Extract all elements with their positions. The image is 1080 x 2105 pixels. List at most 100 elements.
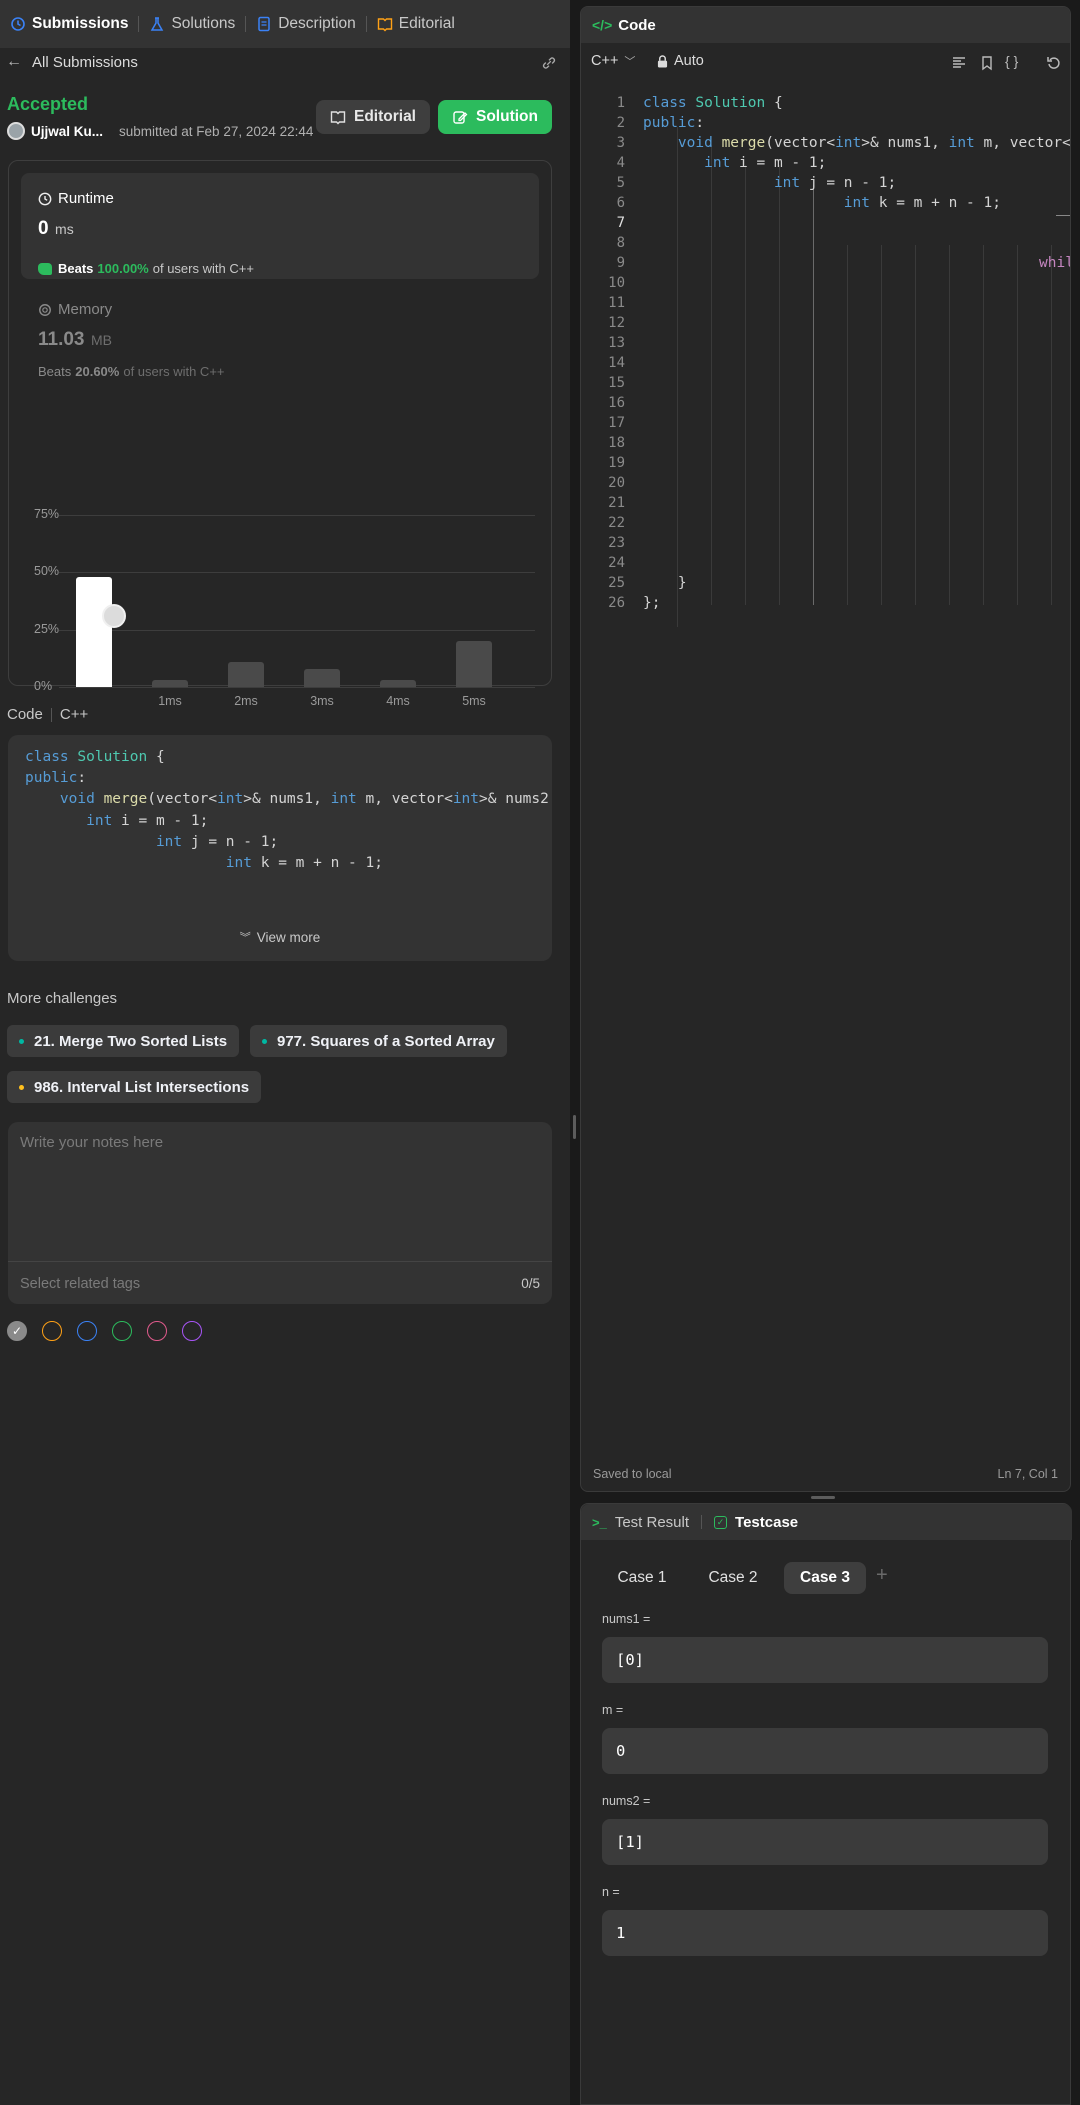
line-number: 21	[608, 495, 625, 511]
while-fragment: whil	[1039, 255, 1071, 271]
testcase-card: >_ Test Result ✓ Testcase Case 1 Case 2 …	[580, 1503, 1072, 2105]
tab-description[interactable]: Description	[252, 15, 360, 33]
language-select[interactable]: C++ ﹀	[591, 53, 635, 69]
color-tag-blue[interactable]	[77, 1321, 97, 1341]
indent-guide	[881, 245, 882, 605]
bookmark-icon[interactable]	[979, 55, 995, 71]
indent-guide	[847, 245, 848, 605]
challenge-label: 986. Interval List Intersections	[34, 1078, 250, 1096]
nums1-input[interactable]: [0]	[602, 1637, 1048, 1683]
tab-editorial[interactable]: Editorial	[373, 15, 459, 33]
runtime-panel[interactable]: Runtime 0 ms Beats 100.00% of users with…	[21, 173, 539, 279]
challenge-interval-list-intersections[interactable]: 986. Interval List Intersections	[7, 1071, 262, 1103]
line-number: 6	[616, 195, 625, 211]
line-number: 19	[608, 455, 625, 471]
code-line: int k = m + n - 1;	[225, 855, 383, 871]
runtime-title: Runtime	[58, 190, 114, 207]
solution-button[interactable]: Solution	[438, 100, 552, 134]
document-icon	[258, 16, 270, 32]
case-3-tab[interactable]: Case 3	[784, 1562, 866, 1594]
difficulty-dot	[262, 1038, 267, 1044]
chevrons-down-icon: ︾	[239, 932, 251, 944]
editor-panel: </> Code C++ ﹀ Auto { } 1 2 3 4 5 6 7 8 9 10 11 12 1…	[580, 0, 1080, 2105]
m-input[interactable]: 0	[602, 1728, 1048, 1774]
difficulty-dot	[19, 1084, 24, 1090]
color-tag-orange[interactable]	[42, 1321, 62, 1341]
line-number: 11	[608, 295, 625, 311]
code-line: void merge(vector<int>& nums1, int m, ve…	[59, 791, 549, 807]
chart-bar[interactable]	[304, 668, 340, 687]
indent-guide	[813, 185, 814, 605]
left-tab-bar: Submissions Solutions Description Editor…	[0, 0, 570, 48]
chart-gridline	[59, 629, 535, 631]
view-more-button[interactable]: ︾ View more	[8, 929, 552, 945]
tab-label: Description	[278, 15, 356, 32]
tab-testcase[interactable]: Testcase	[735, 1514, 798, 1531]
mode-label: Auto	[674, 53, 704, 69]
tab-solutions[interactable]: Solutions	[145, 15, 239, 33]
challenge-squares-of-sorted-array[interactable]: 977. Squares of a Sorted Array	[250, 1025, 507, 1057]
nums2-input[interactable]: [1]	[602, 1819, 1048, 1865]
notes-textarea[interactable]	[8, 1122, 552, 1260]
case-1-tab[interactable]: Case 1	[602, 1562, 682, 1594]
color-tag-pink[interactable]	[147, 1321, 167, 1341]
code-label: Code	[7, 706, 43, 723]
chart-bar[interactable]	[152, 680, 188, 687]
challenge-merge-two-sorted-lists[interactable]: 21. Merge Two Sorted Lists	[7, 1025, 240, 1057]
chart-bar[interactable]	[76, 576, 112, 687]
field-label: nums1 =	[602, 1612, 651, 1626]
tab-test-result[interactable]: Test Result	[615, 1514, 689, 1531]
code-preview-box[interactable]: class Solution { public: void merge(vect…	[8, 735, 552, 961]
tags-select[interactable]: Select related tags	[20, 1276, 140, 1292]
chart-bar[interactable]	[456, 641, 492, 687]
horizontal-resize-grip[interactable]	[811, 1496, 835, 1499]
all-submissions-link[interactable]: All Submissions	[32, 54, 138, 71]
code-line: int i = m - 1;	[704, 155, 827, 171]
line-number: 26	[608, 595, 625, 611]
chart-bar[interactable]	[380, 680, 416, 687]
n-input[interactable]: 1	[602, 1910, 1048, 1956]
tab-submissions[interactable]: Submissions	[6, 15, 132, 33]
editor-body[interactable]: 1 2 3 4 5 6 7 8 9 10 11 12 13 14 15 16 17 18 19 20 21 22 23 24 2…	[581, 87, 1071, 1447]
editorial-button[interactable]: Editorial	[316, 100, 430, 134]
indent-guide	[1051, 245, 1052, 605]
indent-guide	[949, 245, 950, 605]
saved-status: Saved to local	[593, 1467, 672, 1481]
memory-beats-suffix: of users with C++	[123, 364, 225, 379]
username[interactable]: Ujjwal Ku...	[31, 124, 103, 139]
field-label: n =	[602, 1885, 620, 1899]
case-2-tab[interactable]: Case 2	[693, 1562, 773, 1594]
x-tick-label: 1ms	[158, 694, 182, 708]
code-line: int j = n - 1;	[155, 834, 279, 850]
runtime-distribution-chart: 75%50%25%0% 1ms2ms3ms4ms5ms 1ms2ms3ms4ms…	[9, 401, 553, 831]
chart-bar[interactable]	[228, 661, 264, 687]
braces-icon[interactable]: { }	[1005, 53, 1018, 69]
solution-label: Solution	[476, 108, 538, 125]
memory-panel[interactable]: Memory 11.03 MB Beats 20.60% of users wi…	[21, 301, 539, 391]
line-number: 16	[608, 395, 625, 411]
book-icon	[330, 111, 346, 125]
line-number: 4	[616, 155, 625, 171]
notes-divider	[8, 1261, 552, 1262]
color-tag-green[interactable]	[112, 1321, 132, 1341]
avatar[interactable]	[7, 122, 25, 140]
code-brackets-icon: </>	[592, 17, 613, 33]
add-case-icon[interactable]: +	[876, 1564, 888, 1587]
code-header: Code C++	[7, 706, 88, 723]
link-icon[interactable]	[540, 54, 558, 72]
line-number: 3	[616, 135, 625, 151]
line-number: 12	[608, 315, 625, 331]
panel-resize-handle[interactable]	[570, 0, 580, 2105]
line-number: 10	[608, 275, 625, 291]
reset-icon[interactable]	[1046, 55, 1062, 71]
code-line: whil	[1039, 255, 1071, 271]
submitted-time: submitted at Feb 27, 2024 22:44	[119, 123, 314, 139]
resize-grip[interactable]	[573, 1115, 576, 1139]
auto-mode[interactable]: Auto	[657, 53, 704, 69]
color-tag-gray[interactable]: ✓	[7, 1321, 27, 1341]
back-arrow-icon[interactable]: ←	[6, 53, 22, 71]
code-line: public:	[643, 115, 705, 131]
format-icon[interactable]	[951, 55, 967, 71]
color-tag-purple[interactable]	[182, 1321, 202, 1341]
line-number: 8	[616, 235, 625, 251]
